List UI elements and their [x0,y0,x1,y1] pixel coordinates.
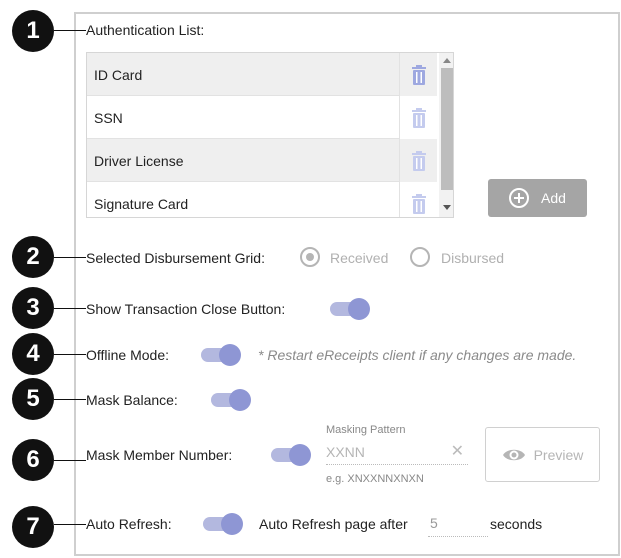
list-item[interactable]: Driver License [87,139,399,182]
list-item-label: SSN [94,110,123,126]
add-button-label: Add [541,190,566,206]
masking-pattern-value: XXNN [326,444,365,460]
auto-refresh-after-label: Auto Refresh page after [259,516,408,532]
leader-5 [54,399,86,400]
show-close-button-toggle[interactable] [330,298,370,320]
leader-4 [54,354,86,355]
disbursement-grid-label: Selected Disbursement Grid: [86,250,265,266]
leader-7 [54,524,86,525]
scrollbar-thumb[interactable] [441,68,453,190]
eye-icon [502,449,525,460]
authentication-list-label: Authentication List: [86,22,205,38]
preview-button-label: Preview [533,446,584,463]
trash-icon[interactable] [399,53,437,96]
list-item-label: Signature Card [94,196,189,212]
leader-2 [54,257,86,258]
callout-3: 3 [12,287,54,329]
masking-pattern-input[interactable]: XXNN ✕ [326,442,468,465]
mask-balance-toggle[interactable] [211,389,251,411]
masking-pattern-label: Masking Pattern [326,424,406,436]
mask-balance-label: Mask Balance: [86,392,178,408]
received-label: Received [330,250,389,266]
list-item-label: Driver License [94,153,184,169]
mask-member-number-label: Mask Member Number: [86,447,233,463]
auto-refresh-label: Auto Refresh: [86,516,172,532]
mask-member-number-toggle[interactable] [271,444,311,466]
list-item[interactable]: SSN [87,96,399,139]
scroll-up-arrow-icon[interactable] [443,58,451,63]
list-item[interactable]: ID Card [87,53,399,96]
offline-mode-label: Offline Mode: [86,347,170,363]
leader-6 [54,460,86,461]
callout-2: 2 [12,236,54,278]
show-close-button-label: Show Transaction Close Button: [86,301,286,317]
seconds-label: seconds [490,516,543,532]
trash-icon[interactable] [399,96,437,139]
trash-icon[interactable] [399,139,437,182]
trash-icon[interactable] [399,182,437,217]
masking-pattern-example: e.g. XNXXNNXNXN [326,473,424,485]
callout-5: 5 [12,378,54,420]
authentication-list[interactable]: ID Card SSN Driver License Signature Car… [86,52,454,218]
auto-refresh-toggle[interactable] [203,513,243,535]
disbursed-radio[interactable] [410,247,430,267]
disbursed-label: Disbursed [441,250,505,266]
scroll-down-arrow-icon[interactable] [443,205,451,210]
clear-icon[interactable]: ✕ [451,441,464,461]
list-item-label: ID Card [94,67,143,83]
callout-6: 6 [12,439,54,481]
leader-1 [54,30,86,31]
received-radio[interactable] [300,247,320,267]
add-circle-icon [509,188,530,208]
callout-4: 4 [12,333,54,375]
auto-refresh-seconds-input[interactable]: 5 [428,514,488,537]
preview-button[interactable]: Preview [485,427,600,482]
offline-mode-note: * Restart eReceipts client if any change… [258,347,577,363]
auto-refresh-seconds-value: 5 [430,515,438,531]
callout-7: 7 [12,506,54,548]
leader-3 [54,308,86,309]
callout-1: 1 [12,10,54,52]
list-item[interactable]: Signature Card [87,182,399,217]
add-button[interactable]: Add [488,179,587,217]
offline-mode-toggle[interactable] [201,344,241,366]
